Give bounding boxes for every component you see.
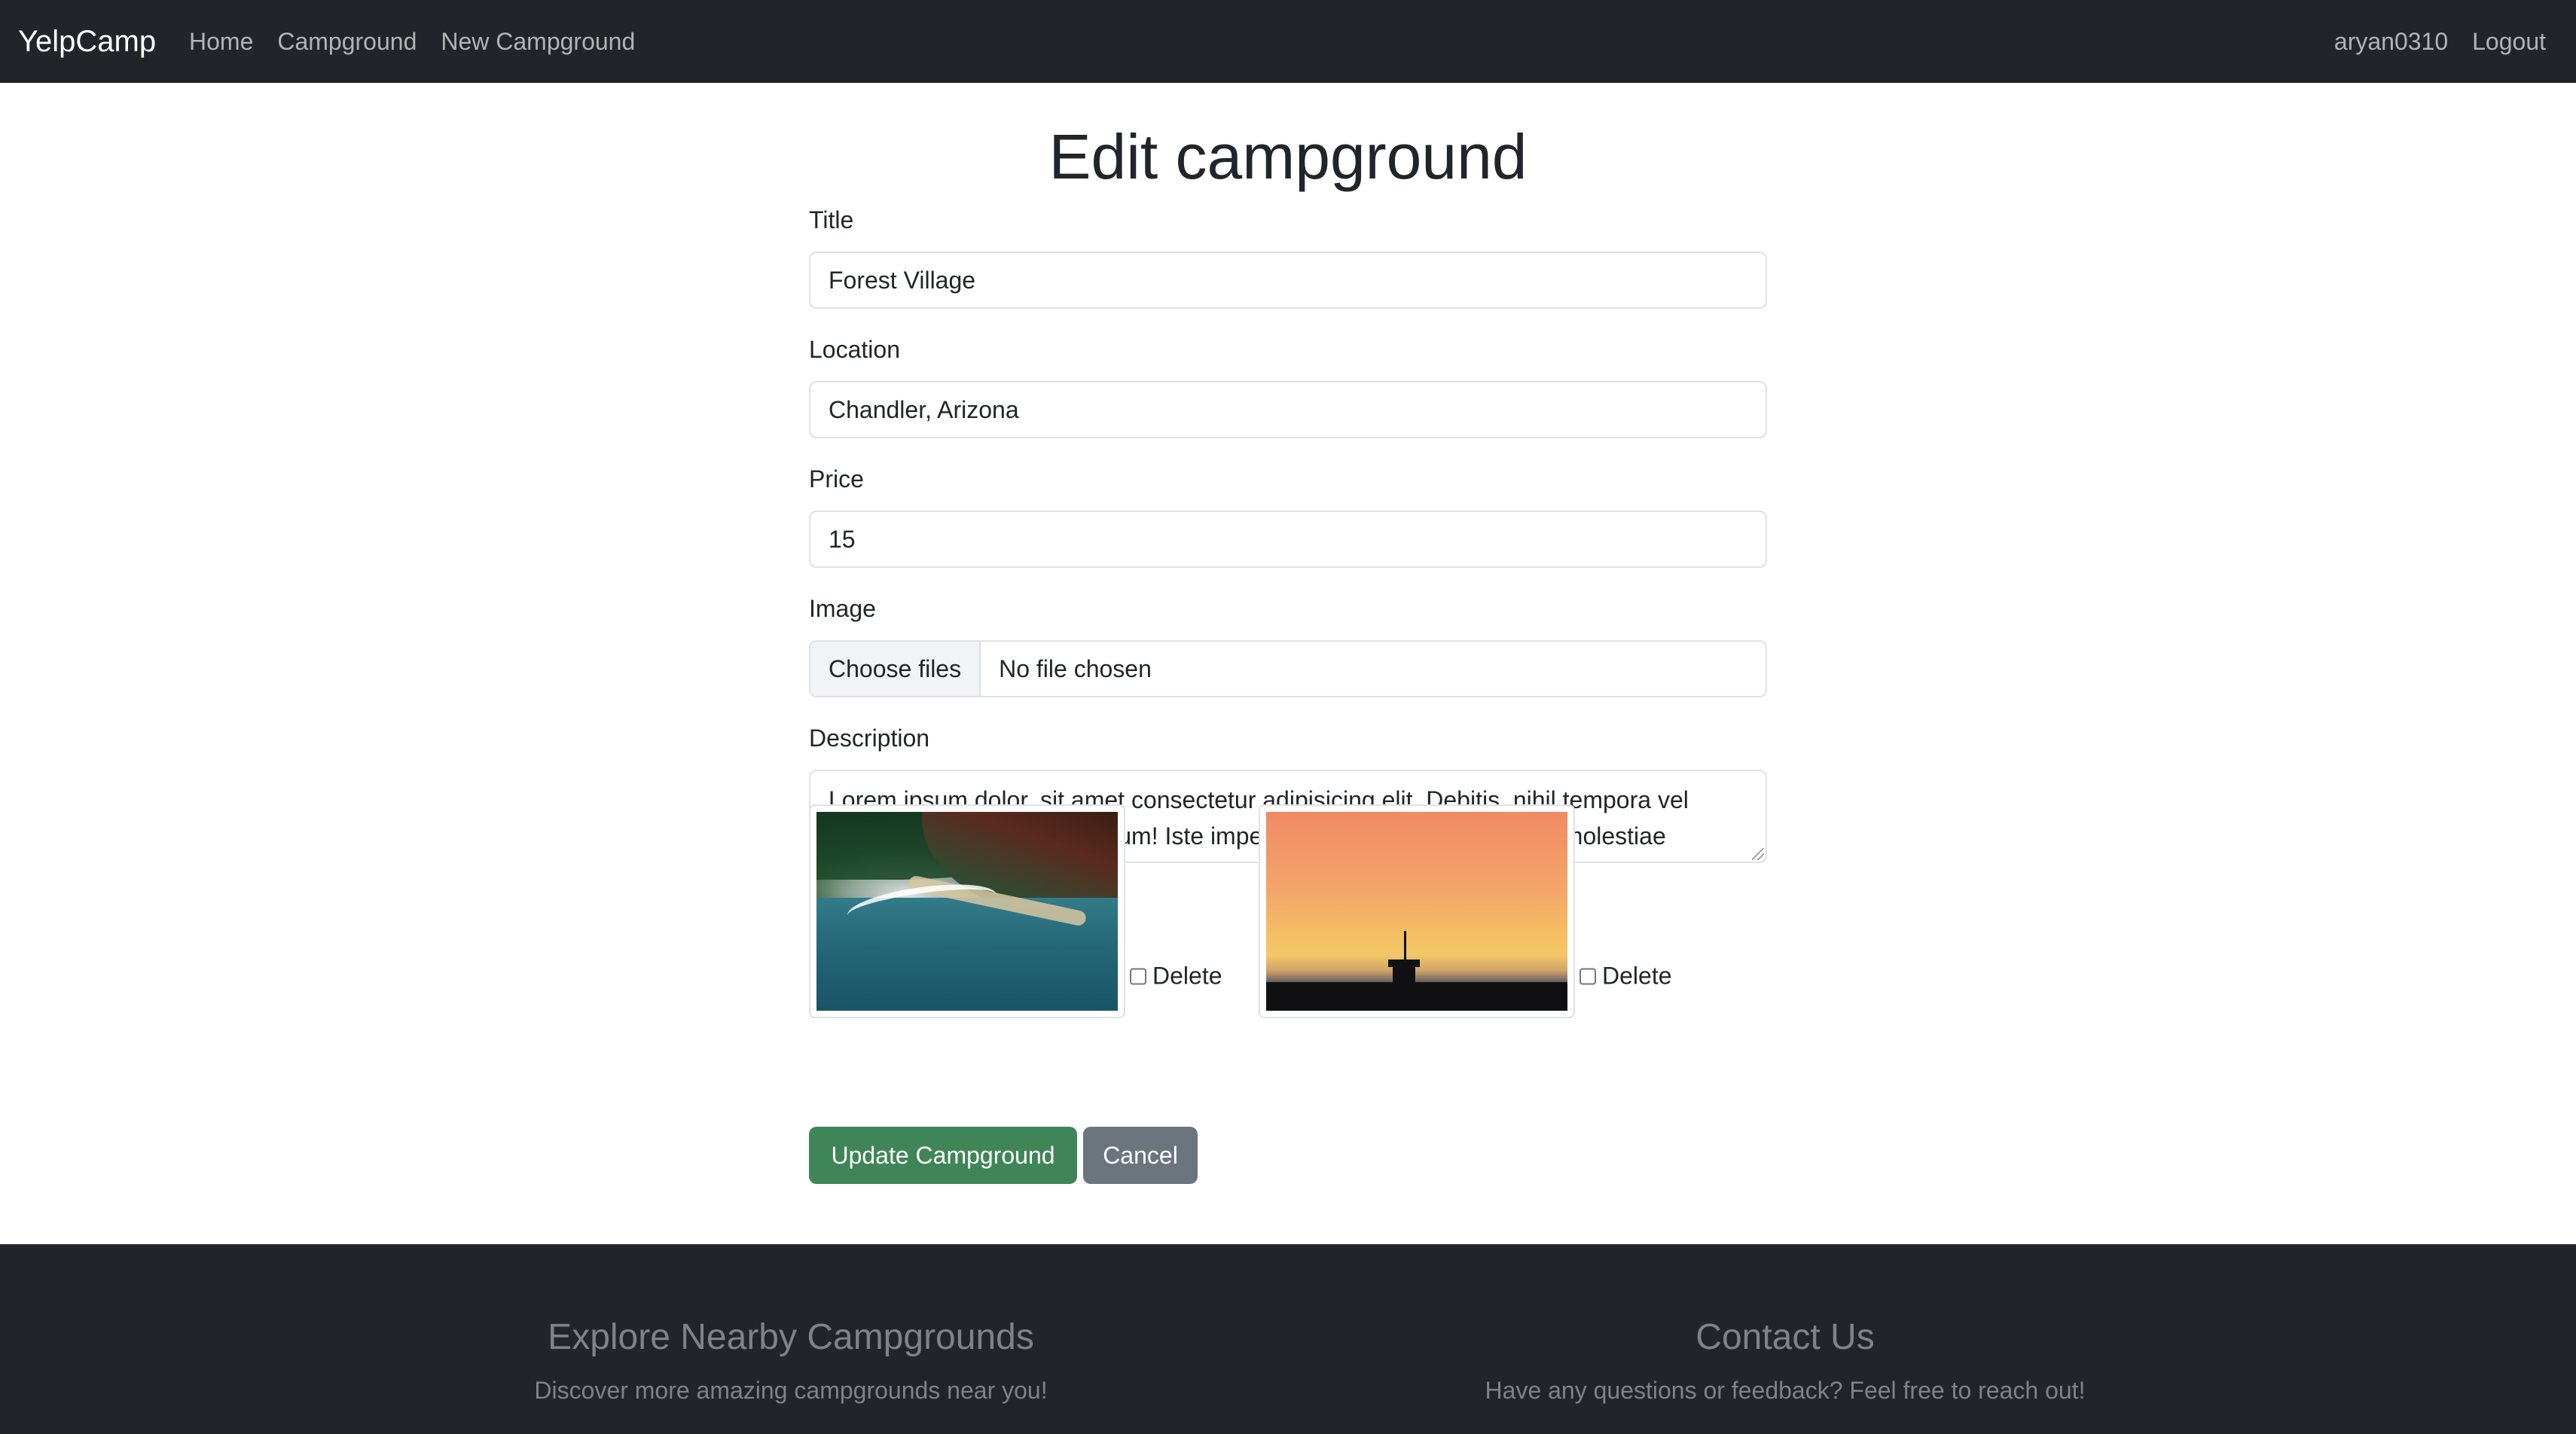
coastline-image xyxy=(816,812,1118,1011)
delete-label-2: Delete xyxy=(1602,962,1672,990)
title-input[interactable] xyxy=(809,252,1767,309)
footer-contact-heading: Contact Us xyxy=(1695,1317,1875,1357)
image-thumbnail-2 xyxy=(1259,804,1575,1018)
resize-grip-icon[interactable] xyxy=(1752,848,1764,860)
footer-contact-text: Have any questions or feedback? Feel fre… xyxy=(1485,1377,2086,1404)
image-thumbnail-1 xyxy=(809,804,1125,1018)
footer-explore-text: Discover more amazing campgrounds near y… xyxy=(534,1377,1048,1404)
nav-username[interactable]: aryan0310 xyxy=(2334,28,2448,56)
nav-logout[interactable]: Logout xyxy=(2472,28,2546,56)
update-campground-button[interactable]: Update Campground xyxy=(809,1127,1077,1184)
nav-link-campground[interactable]: Campground xyxy=(277,28,417,56)
nav-link-new-campground[interactable]: New Campground xyxy=(441,28,635,56)
nav-user-area: aryan0310 Logout xyxy=(2334,0,2546,83)
delete-label-1: Delete xyxy=(1152,962,1222,990)
title-label: Title xyxy=(809,206,854,233)
location-label: Location xyxy=(809,336,900,363)
delete-image-2[interactable]: Delete xyxy=(1579,963,1672,990)
cancel-button[interactable]: Cancel xyxy=(1083,1127,1198,1184)
choose-files-button[interactable]: Choose files xyxy=(810,642,981,696)
delete-checkbox-1[interactable] xyxy=(1130,968,1146,984)
image-file-input[interactable]: Choose files No file chosen xyxy=(809,640,1767,697)
delete-image-1[interactable]: Delete xyxy=(1130,963,1222,990)
brand-logo[interactable]: YelpCamp xyxy=(18,0,156,83)
location-input[interactable] xyxy=(809,381,1767,438)
sunset-image xyxy=(1266,812,1567,1011)
price-label: Price xyxy=(809,465,864,493)
navbar: YelpCamp Home Campground New Campground … xyxy=(0,0,2576,83)
nav-links: Home Campground New Campground xyxy=(189,0,635,83)
page-title: Edit campground xyxy=(1048,121,1528,192)
description-label: Description xyxy=(809,725,930,752)
file-status: No file chosen xyxy=(999,654,1152,682)
nav-link-home[interactable]: Home xyxy=(189,28,253,56)
footer-explore-heading: Explore Nearby Campgrounds xyxy=(548,1317,1034,1357)
footer: Explore Nearby Campgrounds Discover more… xyxy=(0,1244,2576,1434)
price-input[interactable] xyxy=(809,511,1767,568)
delete-checkbox-2[interactable] xyxy=(1579,968,1596,984)
image-label: Image xyxy=(809,595,876,622)
